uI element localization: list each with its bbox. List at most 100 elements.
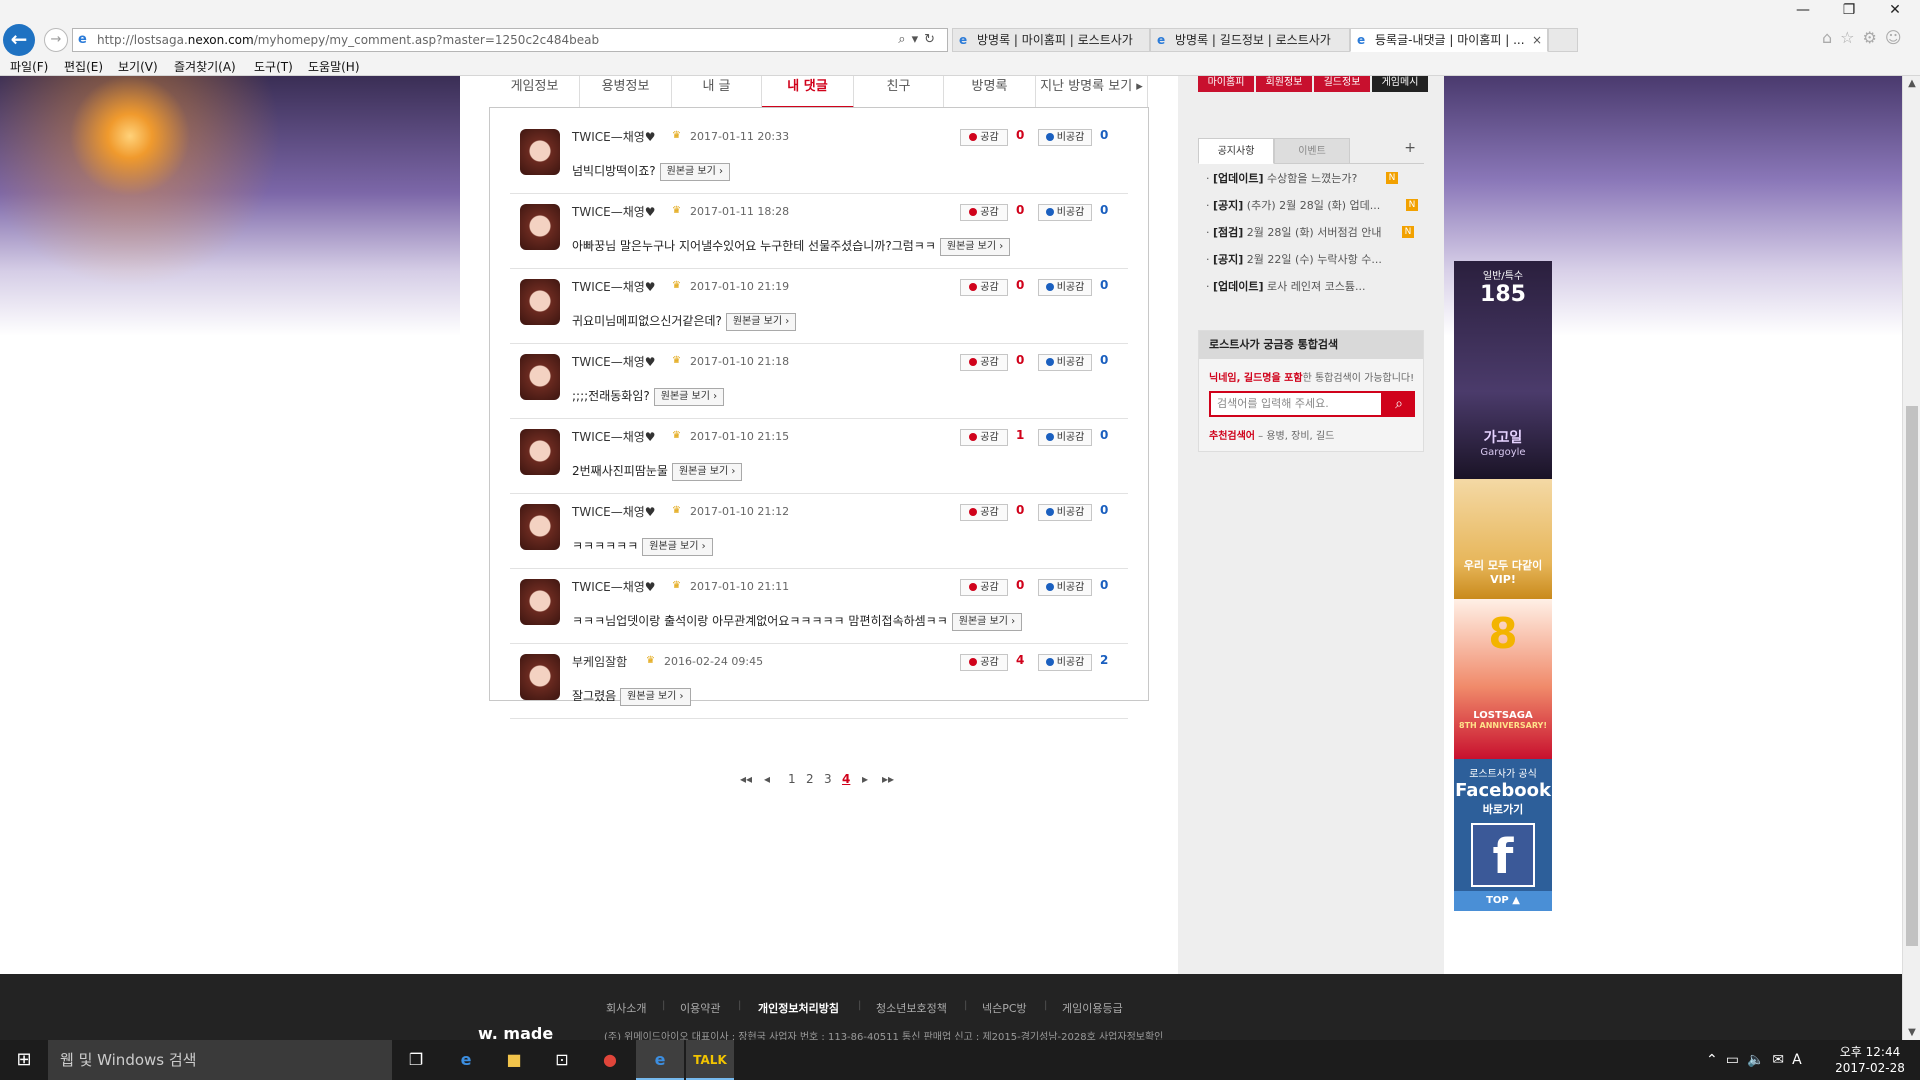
scroll-thumb[interactable] bbox=[1906, 406, 1918, 946]
close-window-icon[interactable]: ✕ bbox=[1872, 2, 1918, 18]
comment-nickname[interactable]: TWICE—채영♥ bbox=[572, 428, 656, 445]
browser-tab-1[interactable]: e 방명록 | 마이홈피 | 로스트사가 bbox=[952, 28, 1150, 52]
taskbar-clock[interactable]: 오후 12:44 2017-02-28 bbox=[1834, 1044, 1906, 1076]
tab-friends[interactable]: 친구 bbox=[854, 76, 944, 108]
top-button[interactable]: TOP ▲ bbox=[1454, 891, 1552, 911]
vertical-scrollbar[interactable]: ▲ ▼ bbox=[1902, 76, 1920, 1040]
back-button[interactable]: ← bbox=[3, 24, 35, 56]
search-input[interactable]: 검색어를 입력해 주세요. bbox=[1209, 391, 1383, 417]
page-2[interactable]: 2 bbox=[806, 772, 814, 786]
browser-tab-3[interactable]: e 등록글-내댓글 | 마이홈피 | ... × bbox=[1350, 28, 1548, 52]
game-message-button[interactable]: 게임메시 bbox=[1372, 76, 1428, 92]
dislike-button[interactable]: 비공감 bbox=[1038, 204, 1092, 221]
comment-nickname[interactable]: TWICE—채영♥ bbox=[572, 278, 656, 295]
gargoyle-ad-banner[interactable]: 일반/특수 185 가고일 Gargoyle bbox=[1454, 261, 1552, 479]
view-original-button[interactable]: 원본글 보기 › bbox=[653, 387, 725, 406]
windows-start-icon[interactable]: ⊞ bbox=[0, 1040, 48, 1080]
page-1[interactable]: 1 bbox=[788, 772, 796, 786]
kakaotalk-icon[interactable]: TALK bbox=[686, 1040, 734, 1080]
tab-mercenary-info[interactable]: 용병정보 bbox=[580, 76, 672, 108]
anniversary-ad-banner[interactable]: 8 LOSTSAGA 8TH ANNIVERSARY! bbox=[1454, 599, 1552, 759]
forward-button[interactable]: → bbox=[44, 28, 68, 52]
footer-link[interactable]: 게임이용등급 bbox=[1062, 1000, 1123, 1016]
comment-nickname[interactable]: TWICE—채영♥ bbox=[572, 128, 656, 145]
view-original-button[interactable]: 원본글 보기 › bbox=[725, 312, 797, 331]
menu-view[interactable]: 보기(V) bbox=[118, 58, 158, 75]
address-tools-icon[interactable]: ⌕▾↻ bbox=[898, 32, 941, 47]
page-3[interactable]: 3 bbox=[824, 772, 832, 786]
dislike-button[interactable]: 비공감 bbox=[1038, 654, 1092, 671]
internet-explorer-icon[interactable]: e bbox=[636, 1040, 684, 1080]
comment-nickname[interactable]: TWICE—채영♥ bbox=[572, 503, 656, 520]
dislike-button[interactable]: 비공감 bbox=[1038, 354, 1092, 371]
comment-nickname[interactable]: 부케임잘함 bbox=[572, 653, 627, 670]
view-original-button[interactable]: 원본글 보기 › bbox=[671, 462, 743, 481]
view-original-button[interactable]: 원본글 보기 › bbox=[659, 162, 731, 181]
dislike-button[interactable]: 비공감 bbox=[1038, 129, 1092, 146]
avatar[interactable] bbox=[520, 579, 560, 625]
footer-link[interactable]: 청소년보호정책 bbox=[876, 1000, 947, 1016]
dislike-button[interactable]: 비공감 bbox=[1038, 504, 1092, 521]
notice-item[interactable]: · [업데이트] 수상함을 느꼈는가? bbox=[1206, 170, 1357, 186]
view-original-button[interactable]: 원본글 보기 › bbox=[939, 237, 1011, 256]
menu-tools[interactable]: 도구(T) bbox=[254, 58, 293, 75]
address-bar[interactable]: e http://lostsaga.nexon.com/myhomepy/my_… bbox=[72, 28, 948, 52]
next-page-button[interactable]: ▸ bbox=[862, 772, 868, 786]
member-info-button[interactable]: 회원정보 bbox=[1256, 76, 1312, 92]
task-view-icon[interactable]: ❐ bbox=[392, 1040, 440, 1080]
like-button[interactable]: 공감 bbox=[960, 504, 1008, 521]
menu-help[interactable]: 도움말(H) bbox=[308, 58, 360, 75]
like-button[interactable]: 공감 bbox=[960, 279, 1008, 296]
tab-my-comments[interactable]: 내 댓글 bbox=[762, 76, 854, 108]
like-button[interactable]: 공감 bbox=[960, 129, 1008, 146]
recommended-keywords[interactable]: 추천검색어 – 용병, 장비, 길드 bbox=[1209, 427, 1334, 442]
comment-nickname[interactable]: TWICE—채영♥ bbox=[572, 578, 656, 595]
tab-my-posts[interactable]: 내 글 bbox=[672, 76, 762, 108]
notice-item[interactable]: · [공지] 2월 22일 (수) 누락사항 수... bbox=[1206, 251, 1382, 267]
notice-item[interactable]: · [공지] (추가) 2월 28일 (화) 업데... bbox=[1206, 197, 1380, 213]
scroll-down-icon[interactable]: ▼ bbox=[1903, 1027, 1920, 1038]
tab-notices[interactable]: 공지사항 bbox=[1198, 138, 1274, 164]
minimize-icon[interactable]: — bbox=[1780, 2, 1826, 18]
tab-events[interactable]: 이벤트 bbox=[1274, 138, 1350, 164]
dislike-button[interactable]: 비공감 bbox=[1038, 429, 1092, 446]
new-tab-button[interactable] bbox=[1548, 28, 1578, 52]
edge-icon[interactable]: e bbox=[442, 1040, 490, 1080]
page-4[interactable]: 4 bbox=[842, 772, 850, 786]
notice-item[interactable]: · [업데이트] 로사 레인져 코스튬... bbox=[1206, 278, 1366, 294]
like-button[interactable]: 공감 bbox=[960, 579, 1008, 596]
taskbar-search-input[interactable]: 웹 및 Windows 검색 bbox=[48, 1040, 392, 1080]
file-explorer-icon[interactable]: ■ bbox=[490, 1040, 538, 1080]
like-button[interactable]: 공감 bbox=[960, 654, 1008, 671]
system-tray[interactable]: ⌃▭🔈✉A bbox=[1706, 1040, 1810, 1080]
footer-link[interactable]: 회사소개 bbox=[606, 1000, 646, 1016]
dislike-button[interactable]: 비공감 bbox=[1038, 279, 1092, 296]
restore-icon[interactable]: ❐ bbox=[1826, 2, 1872, 18]
comment-nickname[interactable]: TWICE—채영♥ bbox=[572, 203, 656, 220]
menu-edit[interactable]: 편집(E) bbox=[64, 58, 103, 75]
footer-link-privacy[interactable]: 개인정보처리방침 bbox=[758, 1000, 839, 1016]
store-icon[interactable]: ⊡ bbox=[538, 1040, 586, 1080]
avatar[interactable] bbox=[520, 654, 560, 700]
notice-item[interactable]: · [점검] 2월 28일 (화) 서버점검 안내 bbox=[1206, 224, 1381, 240]
guild-info-button[interactable]: 길드정보 bbox=[1314, 76, 1370, 92]
like-button[interactable]: 공감 bbox=[960, 354, 1008, 371]
footer-link[interactable]: 넥슨PC방 bbox=[982, 1000, 1027, 1016]
search-icon[interactable]: ⌕ bbox=[1383, 391, 1415, 417]
avatar[interactable] bbox=[520, 279, 560, 325]
home-star-gear-icons[interactable]: ⌂☆⚙☺ bbox=[1822, 28, 1910, 47]
view-original-button[interactable]: 원본글 보기 › bbox=[951, 612, 1023, 631]
more-icon[interactable]: + bbox=[1404, 140, 1416, 156]
first-page-button[interactable]: ◂◂ bbox=[740, 772, 752, 786]
avatar[interactable] bbox=[520, 354, 560, 400]
avatar[interactable] bbox=[520, 504, 560, 550]
avatar[interactable] bbox=[520, 204, 560, 250]
tab-game-info[interactable]: 게임정보 bbox=[490, 76, 580, 108]
scroll-up-icon[interactable]: ▲ bbox=[1903, 78, 1920, 89]
browser-tab-2[interactable]: e 방명록 | 길드정보 | 로스트사가 bbox=[1150, 28, 1350, 52]
menu-file[interactable]: 파일(F) bbox=[10, 58, 48, 75]
prev-page-button[interactable]: ◂ bbox=[764, 772, 770, 786]
vip-ad-banner[interactable]: 우리 모두 다같이 VIP! bbox=[1454, 479, 1552, 599]
tab-guestbook[interactable]: 방명록 bbox=[944, 76, 1036, 108]
comment-nickname[interactable]: TWICE—채영♥ bbox=[572, 353, 656, 370]
